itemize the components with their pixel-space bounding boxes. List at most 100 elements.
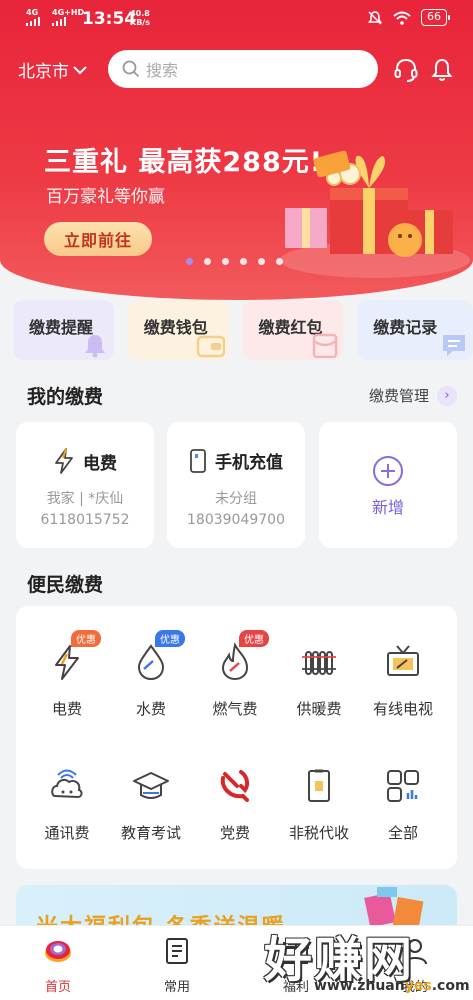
payment-card-name: 电费	[83, 453, 117, 474]
speed-value: 40.8	[130, 9, 150, 18]
search-placeholder: 搜索	[146, 61, 179, 80]
payment-card-account: 我家 | *庆仙	[46, 491, 124, 507]
promo-banner[interactable]: 三重礼 最高获288元! 百万豪礼等你赢 立即前往	[0, 110, 473, 278]
city-selector[interactable]: 北京市	[18, 57, 87, 82]
search-input[interactable]: 搜索	[108, 50, 378, 88]
pagination-dot[interactable]	[186, 258, 193, 265]
payment-card-phone-recharge[interactable]: 手机充值 未分组 18039049700	[167, 422, 305, 548]
discount-badge: 优惠	[155, 630, 185, 647]
party-emblem-icon	[220, 770, 250, 802]
service-party-fee[interactable]: 党费	[191, 766, 279, 843]
pagination-dot[interactable]	[204, 258, 211, 265]
search-icon	[122, 60, 140, 78]
payment-card-number: 6118015752	[40, 512, 130, 528]
chevron-down-icon	[73, 65, 87, 74]
wifi-icon	[393, 11, 411, 25]
city-name: 北京市	[18, 62, 69, 82]
quick-entry-label: 缴费记录	[373, 318, 438, 337]
pagination-dot[interactable]	[222, 258, 229, 265]
service-label: 教育考试	[120, 824, 181, 842]
payment-card-number: 18039049700	[187, 512, 285, 528]
service-label: 水费	[135, 700, 166, 718]
bell-icon	[84, 335, 105, 358]
clock: 13:54	[82, 9, 137, 29]
customer-service-icon[interactable]	[392, 56, 420, 84]
payment-card-electricity[interactable]: 电费 我家 | *庆仙 6118015752	[16, 422, 154, 548]
network-label-2: 4G+HD	[52, 8, 85, 17]
payment-card-header: 手机充值	[167, 448, 305, 473]
tab-mine[interactable]: 我的	[375, 936, 455, 995]
lightning-icon	[55, 645, 79, 680]
service-label: 通讯费	[44, 824, 90, 842]
battery-indicator: 66	[421, 9, 450, 26]
tab-welfare[interactable]: 福利	[256, 936, 336, 995]
service-all[interactable]: 全部	[359, 766, 447, 843]
tab-home[interactable]: 首页	[18, 936, 98, 995]
top-header: 北京市 搜索	[0, 44, 473, 94]
my-payments-title: 我的缴费	[27, 386, 104, 408]
payment-card-group: 未分组	[215, 491, 257, 507]
tab-label: 常用	[163, 980, 190, 995]
quick-entry-payment-record[interactable]: 缴费记录	[357, 300, 473, 360]
pagination-dot[interactable]	[258, 258, 265, 265]
service-electricity[interactable]: 优惠 电费	[23, 630, 111, 719]
tab-label: 我的	[401, 980, 428, 995]
payment-management-link[interactable]: 缴费管理 ›	[369, 385, 457, 406]
network-speed: 40.8 KB/s	[130, 9, 150, 27]
speed-unit: KB/s	[130, 18, 150, 27]
service-water[interactable]: 优惠 水费	[107, 630, 195, 719]
signal-bars-icon	[26, 17, 40, 26]
banner-go-button[interactable]: 立即前往	[44, 222, 152, 256]
record-icon	[443, 335, 466, 356]
quick-entry-payment-red-envelope[interactable]: 缴费红包	[242, 300, 344, 360]
service-telecom[interactable]: 通讯费	[23, 766, 111, 843]
service-non-tax-collection[interactable]: 非税代收	[275, 766, 363, 843]
grid-icon	[387, 770, 419, 802]
signal-icon	[51, 769, 83, 799]
quick-entry-row: 缴费提醒 缴费钱包 缴费红包 缴费记录	[13, 300, 473, 360]
pagination-dot[interactable]	[276, 258, 283, 265]
service-label: 电费	[51, 700, 82, 718]
discount-badge: 优惠	[71, 630, 101, 647]
receipt-icon	[308, 769, 330, 802]
radiator-icon	[302, 651, 336, 675]
gift-boxes-illustration	[280, 150, 470, 278]
document-icon	[166, 938, 188, 964]
user-icon	[403, 939, 427, 965]
service-gas[interactable]: 优惠 燃气费	[191, 630, 279, 719]
network-label: 4G	[26, 8, 39, 17]
service-heating[interactable]: 供暖费	[275, 642, 363, 719]
lightning-icon	[55, 448, 73, 474]
tab-label: 首页	[44, 980, 71, 995]
bottom-tab-bar: 首页 常用 福利 我的	[0, 925, 473, 1000]
service-label: 有线电视	[372, 700, 433, 718]
quick-entry-payment-reminder[interactable]: 缴费提醒	[13, 300, 114, 360]
plus-circle-icon	[373, 456, 403, 486]
pagination-dot[interactable]	[240, 258, 247, 265]
service-label: 燃气费	[212, 700, 258, 718]
service-label: 全部	[387, 824, 418, 842]
tab-frequent[interactable]: 常用	[137, 936, 217, 995]
discount-badge: 优惠	[239, 630, 269, 647]
payment-management-label: 缴费管理	[368, 387, 429, 405]
water-drop-icon	[137, 644, 165, 681]
status-bar: 4G 4G+HD 13:54 40.8 KB/s 66	[0, 0, 473, 36]
signal-bars-icon	[52, 17, 66, 26]
services-title: 便民缴费	[27, 574, 104, 596]
tv-icon	[387, 645, 419, 676]
mute-bell-icon	[368, 10, 382, 25]
red-envelope-icon	[313, 333, 338, 358]
flame-icon	[221, 642, 249, 681]
service-label: 供暖费	[296, 700, 342, 718]
payment-card-header: 电费	[16, 448, 154, 474]
add-payment-card[interactable]: 新增	[319, 422, 457, 548]
service-cable-tv[interactable]: 有线电视	[359, 642, 447, 719]
bell-icon[interactable]	[428, 56, 456, 84]
quick-entry-payment-wallet[interactable]: 缴费钱包	[127, 300, 229, 360]
banner-pagination	[186, 258, 283, 265]
chevron-right-icon: ›	[437, 385, 457, 406]
service-education-exam[interactable]: 教育考试	[107, 766, 195, 843]
banner-subtitle: 百万豪礼等你赢	[46, 187, 165, 207]
services-panel: 优惠 电费 优惠 水费 优惠 燃气费 供暖费 有线电视 通讯费 教育考试 党费 …	[16, 606, 457, 869]
payment-card-name: 手机充值	[215, 453, 283, 473]
